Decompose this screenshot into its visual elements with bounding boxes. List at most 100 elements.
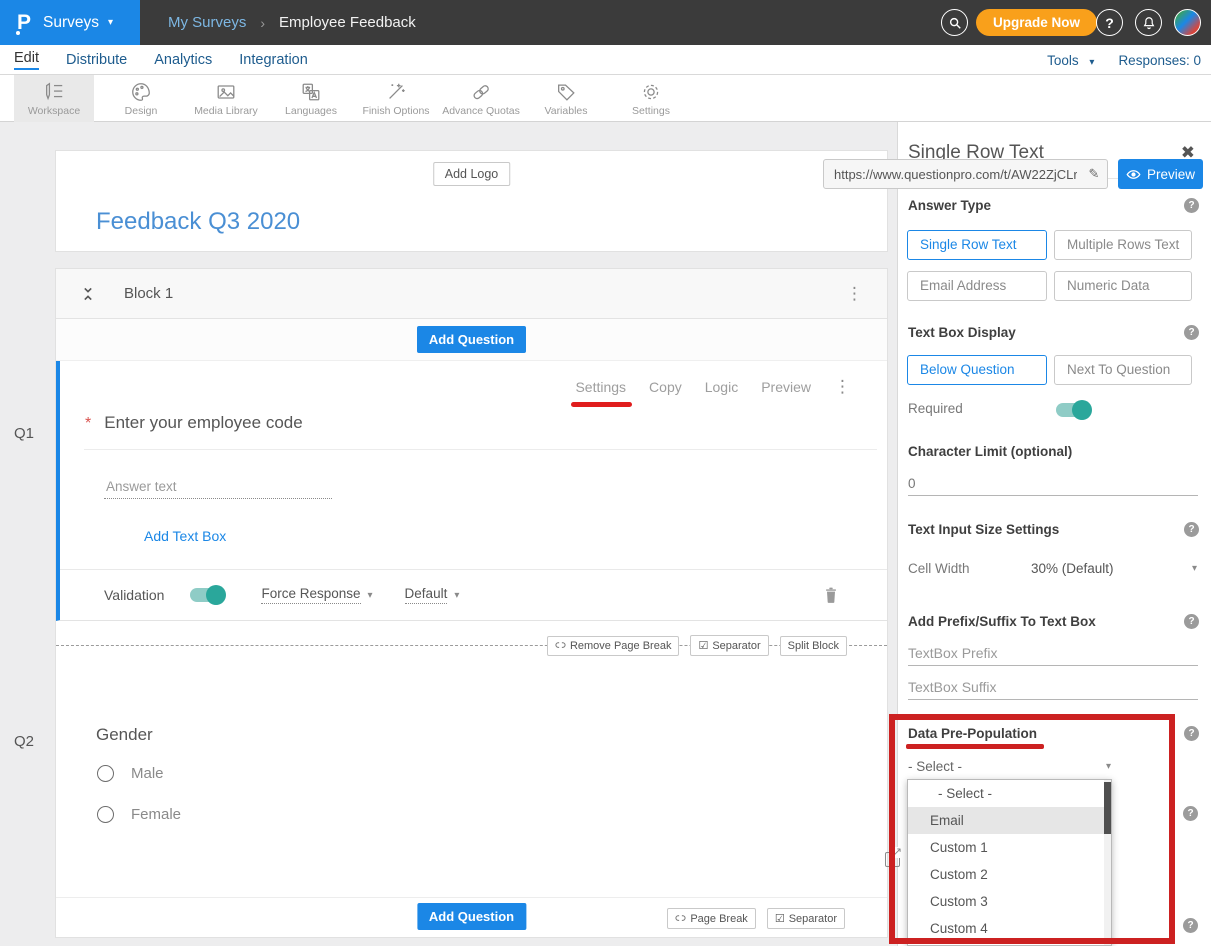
breadcrumb-my-surveys[interactable]: My Surveys — [168, 14, 246, 31]
answer-type-single-row-text[interactable]: Single Row Text — [907, 230, 1047, 260]
toolbar-item-design[interactable]: Design — [103, 75, 179, 122]
survey-url-input[interactable] — [824, 167, 1081, 182]
help-button[interactable]: ? — [1096, 9, 1123, 36]
palette-icon — [130, 81, 152, 103]
radio-option-male[interactable]: Male — [97, 765, 164, 782]
separator-button-top[interactable]: ☑ Separator — [690, 635, 768, 656]
q1-menu-kebab-icon[interactable]: ⋮ — [834, 377, 851, 397]
dropdown-scrollbar-track[interactable] — [1104, 780, 1111, 945]
answer-text-input[interactable] — [104, 475, 332, 499]
tab-integration[interactable]: Integration — [239, 52, 308, 68]
edit-url-pencil-icon[interactable]: ✎ — [1081, 166, 1107, 182]
data-prepopulation-select[interactable]: - Select - ▾ — [908, 759, 1111, 774]
search-icon — [948, 16, 962, 30]
radio-icon[interactable] — [97, 806, 114, 823]
notifications-button[interactable] — [1135, 9, 1162, 36]
question-2-text[interactable]: Gender — [96, 725, 153, 745]
answer-type-email-address[interactable]: Email Address — [907, 271, 1047, 301]
question-1-text[interactable]: Enter your employee code — [104, 413, 302, 433]
display-below-question[interactable]: Below Question — [907, 355, 1047, 385]
chevron-down-icon: ▾ — [1106, 761, 1111, 772]
help-icon[interactable]: ? — [1183, 918, 1198, 933]
page-break-button[interactable]: Page Break — [667, 908, 755, 929]
text-input-size-label: Text Input Size Settings — [908, 522, 1059, 537]
required-asterisk: * — [85, 415, 91, 433]
external-link-icon[interactable]: ↗ — [885, 852, 900, 867]
search-button[interactable] — [941, 9, 968, 36]
q1-menu-settings[interactable]: Settings — [575, 379, 626, 395]
responses-count[interactable]: Responses: 0 — [1118, 53, 1201, 68]
answer-type-numeric-data[interactable]: Numeric Data — [1054, 271, 1192, 301]
dropdown-option-custom-1[interactable]: Custom 1 — [908, 834, 1111, 861]
toolbar-item-workspace[interactable]: Workspace — [14, 75, 94, 122]
tools-menu[interactable]: Tools ▾ — [1047, 53, 1094, 68]
help-icon[interactable]: ? — [1184, 325, 1199, 340]
add-question-button-bottom[interactable]: Add Question — [417, 903, 526, 930]
gear-icon — [640, 81, 662, 103]
dropdown-option-email[interactable]: Email — [908, 807, 1111, 834]
dropdown-option-custom-2[interactable]: Custom 2 — [908, 861, 1111, 888]
dropdown-option-custom-4[interactable]: Custom 4 — [908, 915, 1111, 942]
upgrade-now-button[interactable]: Upgrade Now — [976, 9, 1097, 36]
tab-distribute[interactable]: Distribute — [66, 52, 127, 68]
questionpro-logo: P — [17, 12, 31, 33]
default-validation-dropdown[interactable]: Default — [405, 586, 448, 604]
survey-title[interactable]: Feedback Q3 2020 — [96, 208, 300, 236]
toolbar-item-finish-options[interactable]: Finish Options — [358, 75, 434, 122]
collapse-block-icon[interactable] — [80, 284, 96, 304]
help-icon[interactable]: ? — [1184, 614, 1199, 629]
tab-analytics[interactable]: Analytics — [154, 52, 212, 68]
help-icon[interactable]: ? — [1183, 806, 1198, 821]
q1-menu-logic[interactable]: Logic — [705, 379, 738, 395]
help-icon[interactable]: ? — [1184, 198, 1199, 213]
answer-type-label: Answer Type — [908, 198, 991, 213]
answer-type-multiple-rows-text[interactable]: Multiple Rows Text — [1054, 230, 1192, 260]
magic-wand-icon — [385, 81, 407, 103]
question-2-card: Gender Male Female Add Question Page Bre… — [56, 691, 887, 938]
chain-links-icon — [470, 81, 492, 103]
cell-width-dropdown[interactable]: 30% (Default) — [1031, 561, 1114, 576]
toolbar-item-advance-quotas[interactable]: Advance Quotas — [443, 75, 519, 122]
questionpro-survey-editor: P Surveys ▾ My Surveys › Employee Feedba… — [0, 0, 1211, 946]
toolbar-item-variables[interactable]: Variables — [528, 75, 604, 122]
delete-question-button[interactable] — [823, 586, 839, 609]
editor-toolbar: Workspace Design Media Library Languages… — [0, 75, 1211, 122]
dropdown-option-custom-3[interactable]: Custom 3 — [908, 888, 1111, 915]
chevron-down-icon[interactable]: ▾ — [1192, 563, 1197, 574]
validation-toggle[interactable] — [190, 588, 225, 602]
add-logo-button[interactable]: Add Logo — [433, 162, 511, 186]
checkbox-checked-icon: ☑ — [698, 639, 708, 652]
breadcrumb-survey-name: Employee Feedback — [279, 14, 416, 31]
radio-icon[interactable] — [97, 765, 114, 782]
help-icon[interactable]: ? — [1184, 726, 1199, 741]
tab-edit[interactable]: Edit — [14, 50, 39, 70]
q1-menu-copy[interactable]: Copy — [649, 379, 682, 395]
split-block-button[interactable]: Split Block — [780, 636, 847, 656]
product-switcher[interactable]: P Surveys ▾ — [0, 0, 140, 45]
help-icon[interactable]: ? — [1184, 522, 1199, 537]
q1-menu-preview[interactable]: Preview — [761, 379, 811, 395]
add-text-box-link[interactable]: Add Text Box — [144, 528, 226, 544]
add-question-button-top[interactable]: Add Question — [417, 326, 526, 353]
block-name[interactable]: Block 1 — [124, 285, 846, 302]
dropdown-option-select[interactable]: - Select - — [908, 780, 1111, 807]
preview-button[interactable]: Preview — [1118, 159, 1203, 189]
required-toggle[interactable] — [1056, 403, 1091, 417]
radio-option-female[interactable]: Female — [97, 806, 181, 823]
remove-page-break-button[interactable]: Remove Page Break — [547, 636, 680, 656]
textbox-suffix-input[interactable] — [908, 678, 1198, 700]
force-response-dropdown[interactable]: Force Response — [261, 586, 360, 604]
toolbar-item-languages[interactable]: Languages — [273, 75, 349, 122]
separator-button-bottom[interactable]: ☑ Separator — [767, 908, 845, 929]
character-limit-input[interactable] — [908, 474, 1198, 496]
dropdown-scrollbar-thumb[interactable] — [1104, 782, 1111, 834]
block-menu-kebab-icon[interactable]: ⋮ — [846, 284, 863, 304]
toolbar-item-media-library[interactable]: Media Library — [188, 75, 264, 122]
toolbar-item-settings[interactable]: Settings — [613, 75, 689, 122]
user-avatar[interactable] — [1174, 9, 1201, 36]
question-settings-panel: Single Row Text ✖ Answer Type ? Single R… — [897, 122, 1211, 946]
languages-icon — [300, 81, 322, 103]
textbox-prefix-input[interactable] — [908, 644, 1198, 666]
survey-url-box: ✎ — [823, 159, 1108, 189]
display-next-to-question[interactable]: Next To Question — [1054, 355, 1192, 385]
